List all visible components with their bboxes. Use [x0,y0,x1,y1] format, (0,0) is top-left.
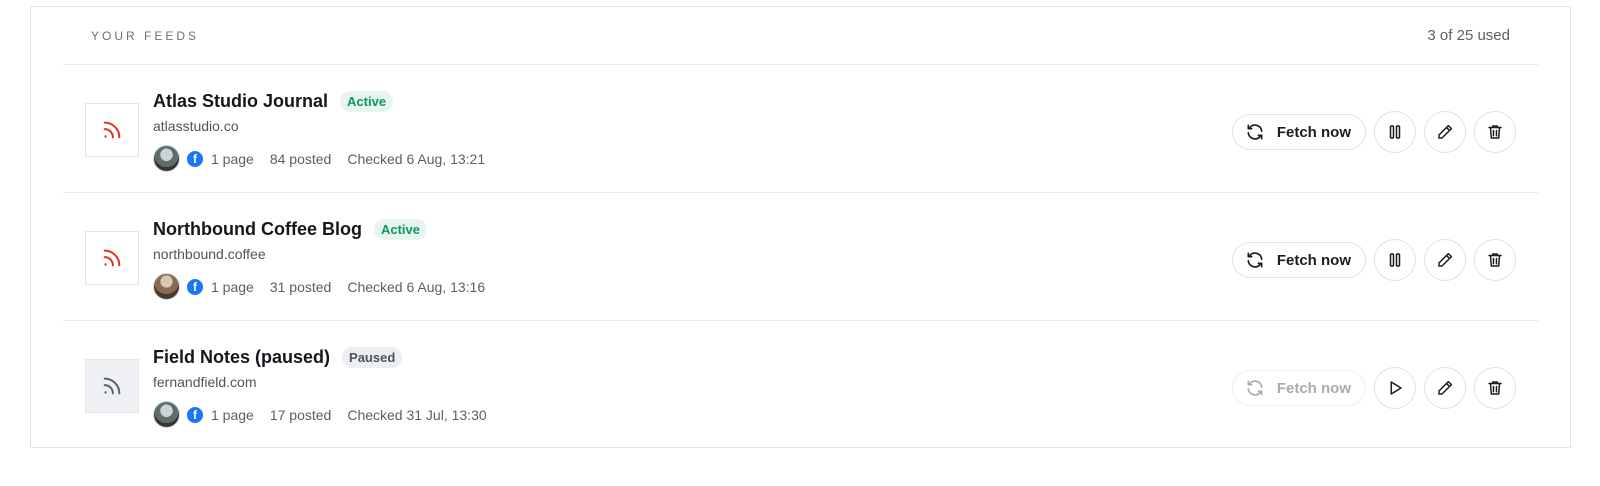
pause-icon [1386,251,1404,269]
section-title: YOUR FEEDS [91,29,200,43]
page-count: 1 page [211,406,254,423]
feed-title[interactable]: Atlas Studio Journal [153,91,328,112]
edit-button[interactable] [1424,111,1466,153]
posted-count: 17 posted [269,406,332,423]
fetch-now-label: Fetch now [1276,251,1351,269]
feed-title[interactable]: Field Notes (paused) [153,347,330,368]
posted-count: 31 posted [269,278,332,295]
usage-count: 3 of 25 used [1427,27,1510,44]
facebook-icon: f [187,278,203,295]
resume-button[interactable] [1374,367,1416,409]
avatar [153,145,180,172]
rss-icon [101,247,123,269]
pencil-icon [1436,251,1454,269]
edit-button[interactable] [1424,367,1466,409]
pencil-icon [1436,379,1454,397]
feed-row[interactable]: Field Notes (paused) Paused fernandfield… [63,321,1538,446]
feed-meta: f 1 page 17 posted Checked 31 Jul, 13:30 [153,401,503,428]
feed-thumbnail [85,103,139,157]
pencil-icon [1436,123,1454,141]
feed-thumbnail [85,359,139,413]
delete-button[interactable] [1474,367,1516,409]
status-badge: Active [340,91,394,112]
fetch-now-label: Fetch now [1276,379,1351,397]
trash-icon [1486,379,1504,397]
panel-header: YOUR FEEDS 3 of 25 used [63,7,1538,65]
pause-icon [1386,123,1404,141]
feed-actions: Fetch now [1231,111,1516,153]
delete-button[interactable] [1474,111,1516,153]
rss-icon [101,119,123,141]
status-badge: Active [373,219,427,240]
feed-domain: northbound.coffee [153,246,266,262]
avatar [153,401,180,428]
feed-row[interactable]: Atlas Studio Journal Active atlasstudio.… [63,65,1538,193]
play-icon [1386,379,1404,397]
feed-actions: Fetch now [1231,367,1516,409]
facebook-icon: f [187,406,203,423]
trash-icon [1486,251,1504,269]
feed-meta: f 1 page 84 posted Checked 6 Aug, 13:21 [153,145,501,172]
feed-list: Atlas Studio Journal Active atlasstudio.… [63,65,1538,446]
feed-row[interactable]: Northbound Coffee Blog Active northbound… [63,193,1538,321]
feed-domain: atlasstudio.co [153,118,239,134]
page-count: 1 page [211,278,254,295]
status-badge: Paused [342,347,403,368]
pause-button[interactable] [1374,111,1416,153]
page-count: 1 page [211,150,254,167]
posted-count: 84 posted [269,150,332,167]
feeds-panel: YOUR FEEDS 3 of 25 used Atlas Studio Jou… [30,6,1571,448]
fetch-now-button[interactable]: Fetch now [1231,114,1366,150]
feed-domain: fernandfield.com [153,374,257,390]
trash-icon [1486,123,1504,141]
feed-thumbnail [85,231,139,285]
fetch-now-button[interactable]: Fetch now [1231,242,1366,278]
last-checked: Checked 6 Aug, 13:16 [347,278,486,295]
refresh-icon [1245,122,1265,142]
pause-button[interactable] [1374,239,1416,281]
feed-title[interactable]: Northbound Coffee Blog [153,219,362,240]
last-checked: Checked 31 Jul, 13:30 [347,406,487,423]
fetch-now-button[interactable]: Fetch now [1231,370,1366,406]
delete-button[interactable] [1474,239,1516,281]
last-checked: Checked 6 Aug, 13:21 [347,150,486,167]
rss-icon [101,375,123,397]
facebook-icon: f [187,150,203,167]
fetch-now-label: Fetch now [1276,123,1351,141]
feed-actions: Fetch now [1231,239,1516,281]
refresh-icon [1245,250,1265,270]
edit-button[interactable] [1424,239,1466,281]
refresh-icon [1245,378,1265,398]
feed-meta: f 1 page 31 posted Checked 6 Aug, 13:16 [153,273,501,300]
avatar [153,273,180,300]
